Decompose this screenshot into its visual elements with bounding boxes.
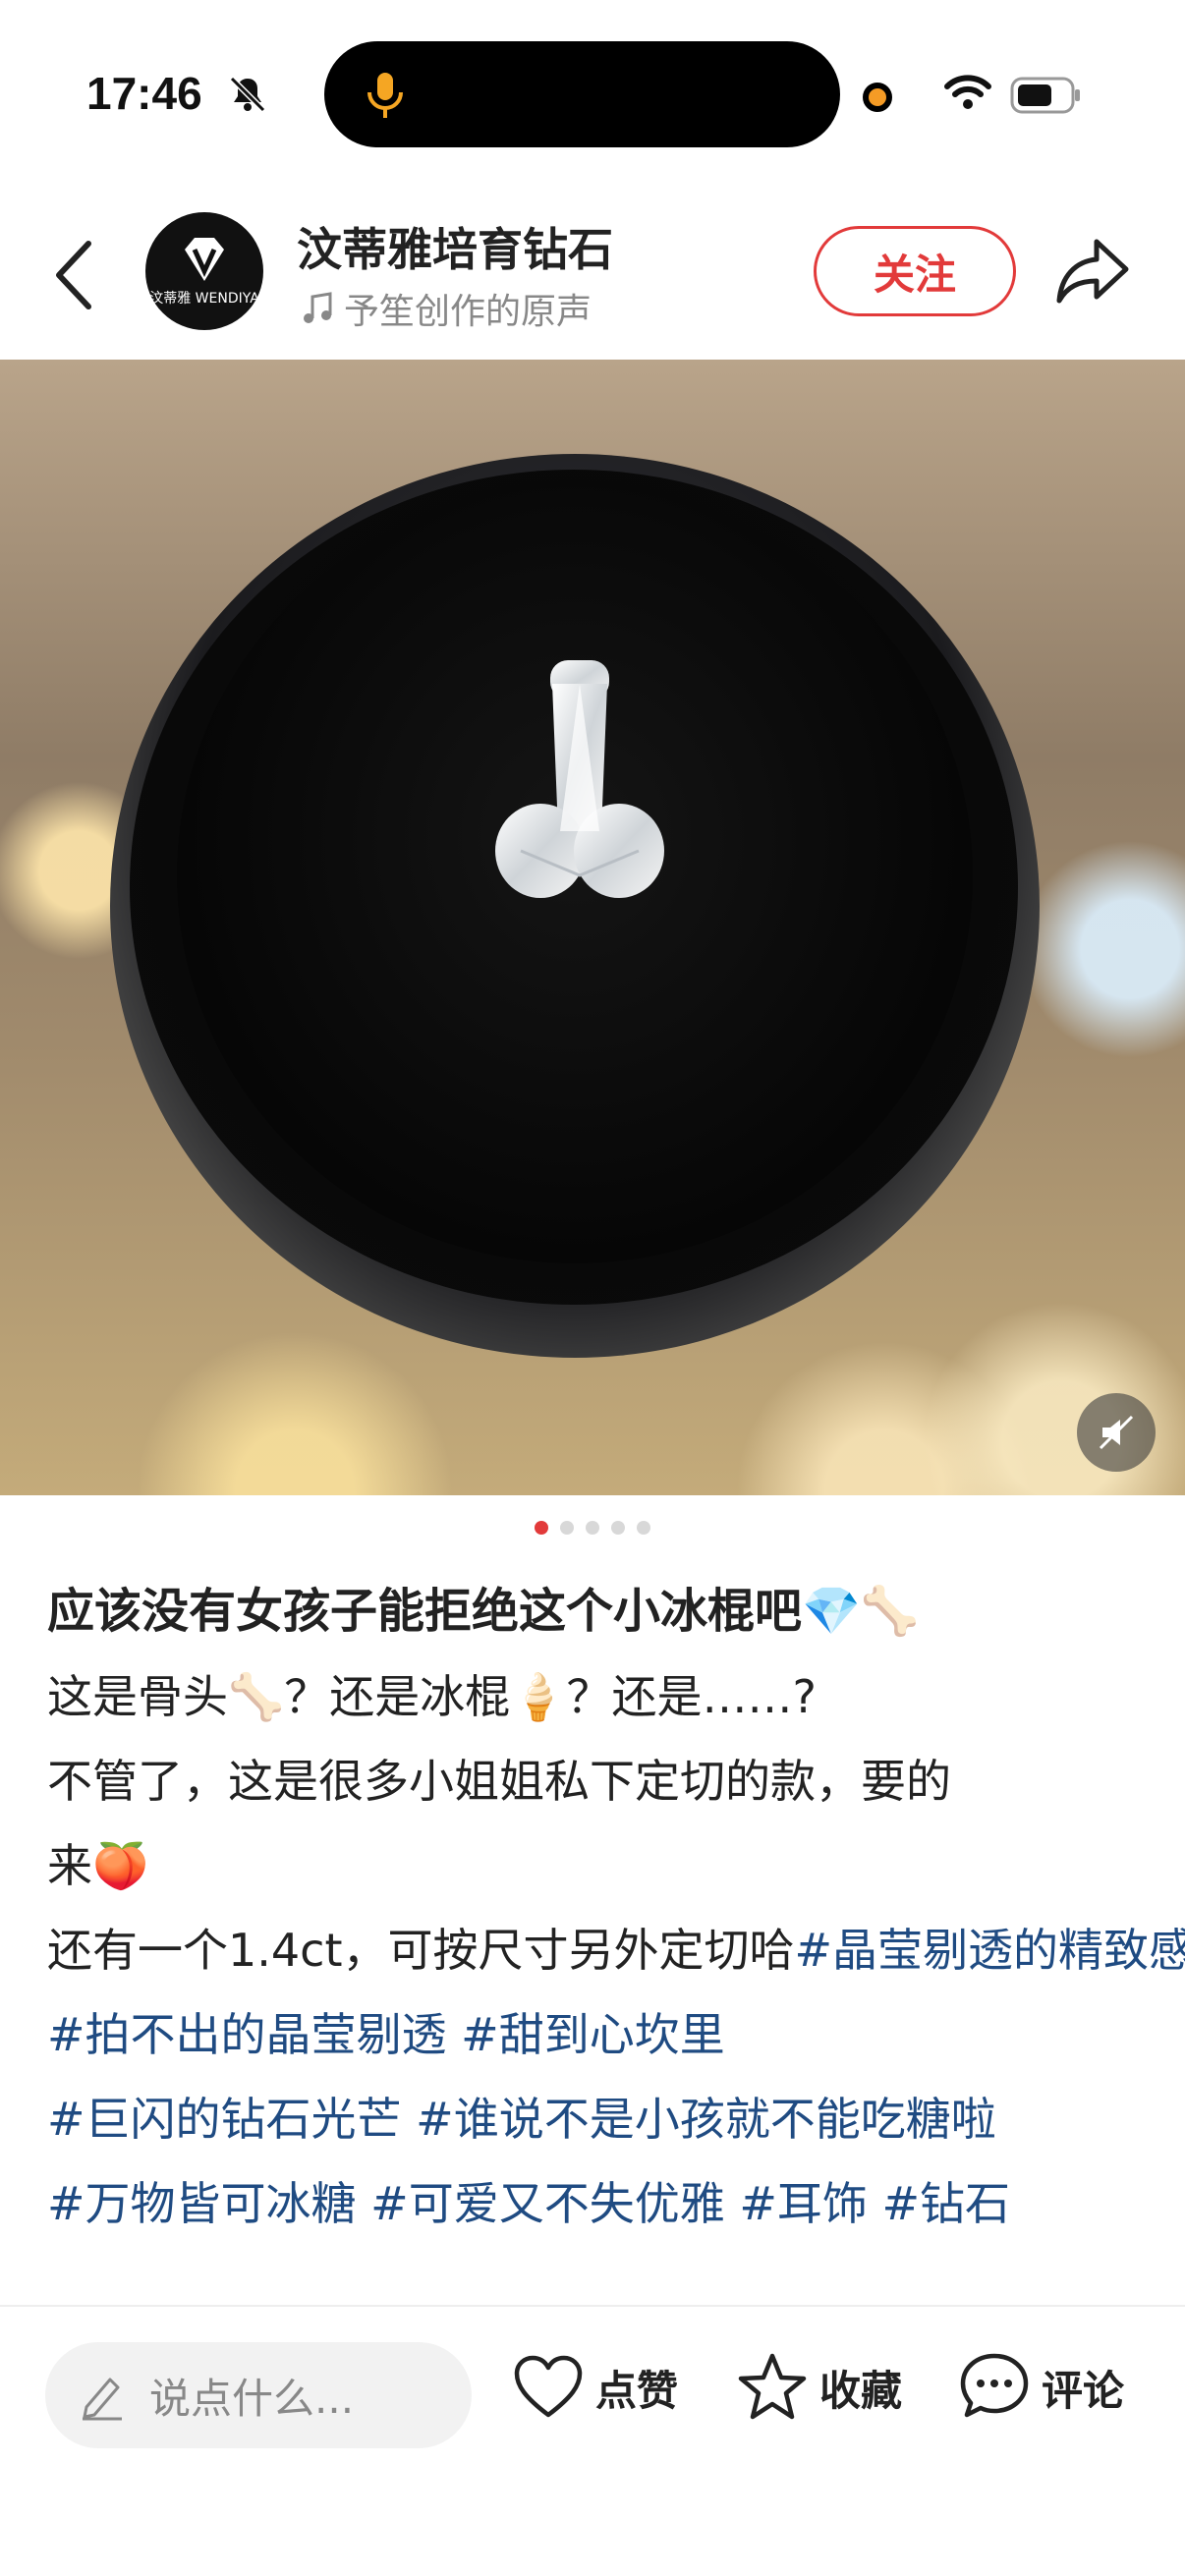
comment-label: 评论 <box>1042 2366 1125 2415</box>
body-line: 还有一个1.4ct，可按尺寸另外定切哈#晶莹剔透的精致感 <box>47 1908 1185 1992</box>
carousel-dot[interactable] <box>535 1521 548 1535</box>
carousel-indicator <box>0 1521 1185 1540</box>
music-text: 予笙创作的原声 <box>344 292 592 332</box>
like-button[interactable]: 点赞 <box>511 2350 678 2425</box>
home-indicator-area <box>0 2515 1185 2576</box>
bottom-action-bar: 说点什么... 点赞 收藏 评论 <box>0 2305 1185 2482</box>
hashtag-link[interactable]: #万物皆可冰糖 <box>47 2177 357 2230</box>
back-arrow-icon[interactable] <box>49 236 98 314</box>
hashtag-link[interactable]: #巨闪的钻石光芒 <box>47 2093 402 2146</box>
speaker-muted-icon <box>1099 1415 1134 1450</box>
collect-button[interactable]: 收藏 <box>735 2350 902 2425</box>
collect-label: 收藏 <box>819 2366 903 2415</box>
hashtag-link[interactable]: #拍不出的晶莹剔透 <box>47 2008 447 2061</box>
share-icon[interactable] <box>1053 234 1132 308</box>
bone-shaped-diamond <box>495 660 664 898</box>
hashtag-link[interactable]: #甜到心坎里 <box>461 2008 725 2061</box>
body-line: #拍不出的晶莹剔透 #甜到心坎里 <box>47 1992 1148 2077</box>
body-line: #巨闪的钻石光芒 #谁说不是小孩就不能吃糖啦 <box>47 2077 1148 2161</box>
hashtag-link[interactable]: #谁说不是小孩就不能吃糖啦 <box>416 2093 996 2146</box>
status-bar: 17:46 <box>0 0 1185 187</box>
music-source[interactable]: 予笙创作的原声 <box>301 283 592 334</box>
like-label: 点赞 <box>595 2366 679 2415</box>
comment-bubble-icon <box>960 2353 1029 2418</box>
hashtag-link[interactable]: #耳饰 <box>739 2177 868 2230</box>
post-title: 应该没有女孩子能拒绝这个小冰棍吧💎🦴 <box>47 1584 920 1639</box>
follow-button[interactable]: 关注 <box>814 226 1016 316</box>
wifi-icon <box>944 75 991 109</box>
sound-toggle-button[interactable] <box>1077 1393 1156 1472</box>
diamond-logo-icon <box>185 238 224 281</box>
body-line: 来🍑 <box>47 1839 149 1892</box>
body-text: 还有一个1.4ct，可按尺寸另外定切哈 <box>47 1924 795 1977</box>
pencil-icon <box>83 2378 122 2421</box>
music-note-icon <box>304 292 332 323</box>
carousel-dot[interactable] <box>560 1521 574 1535</box>
post-content: 应该没有女孩子能拒绝这个小冰棍吧💎🦴 这是骨头🦴？还是冰棍🍦？还是……? 不管了… <box>47 1568 1185 2246</box>
bell-muted-icon <box>229 76 266 113</box>
hashtag-link[interactable]: #晶莹剔透的精致感 <box>794 1924 1185 1977</box>
comment-input[interactable]: 说点什么... <box>45 2342 472 2448</box>
heart-icon <box>514 2355 583 2418</box>
body-line: #万物皆可冰糖 #可爱又不失优雅 #耳饰 #钻石 <box>47 2161 1148 2246</box>
status-time: 17:46 <box>86 68 202 119</box>
hashtag-link[interactable]: #可爱又不失优雅 <box>370 2177 725 2230</box>
comment-button[interactable]: 评论 <box>957 2350 1124 2425</box>
dynamic-island <box>324 41 840 147</box>
hashtag-link[interactable]: #钻石 <box>882 2177 1011 2230</box>
battery-icon <box>1010 77 1080 114</box>
author-name[interactable]: 汶蒂雅培育钻石 <box>297 214 613 279</box>
body-line: 不管了，这是很多小姐姐私下定切的款，要的 <box>47 1755 951 1808</box>
post-body: 这是骨头🦴？还是冰棍🍦？还是……? 不管了，这是很多小姐姐私下定切的款，要的 来… <box>47 1654 1185 2246</box>
carousel-dot[interactable] <box>611 1521 625 1535</box>
body-line: 这是骨头🦴？还是冰棍🍦？还是……? <box>47 1670 817 1723</box>
post-image[interactable] <box>0 360 1185 1495</box>
recording-indicator <box>863 83 892 112</box>
comment-placeholder: 说点什么... <box>149 2374 355 2423</box>
carousel-dot[interactable] <box>586 1521 599 1535</box>
author-avatar[interactable]: 汶蒂雅 WENDIYA <box>145 212 263 330</box>
avatar-text: 汶蒂雅 WENDIYA <box>149 291 259 307</box>
microphone-icon <box>367 73 403 118</box>
post-header: 汶蒂雅 WENDIYA 汶蒂雅培育钻石 予笙创作的原声 关注 <box>0 196 1185 354</box>
carousel-dot[interactable] <box>637 1521 650 1535</box>
star-icon <box>738 2353 807 2420</box>
